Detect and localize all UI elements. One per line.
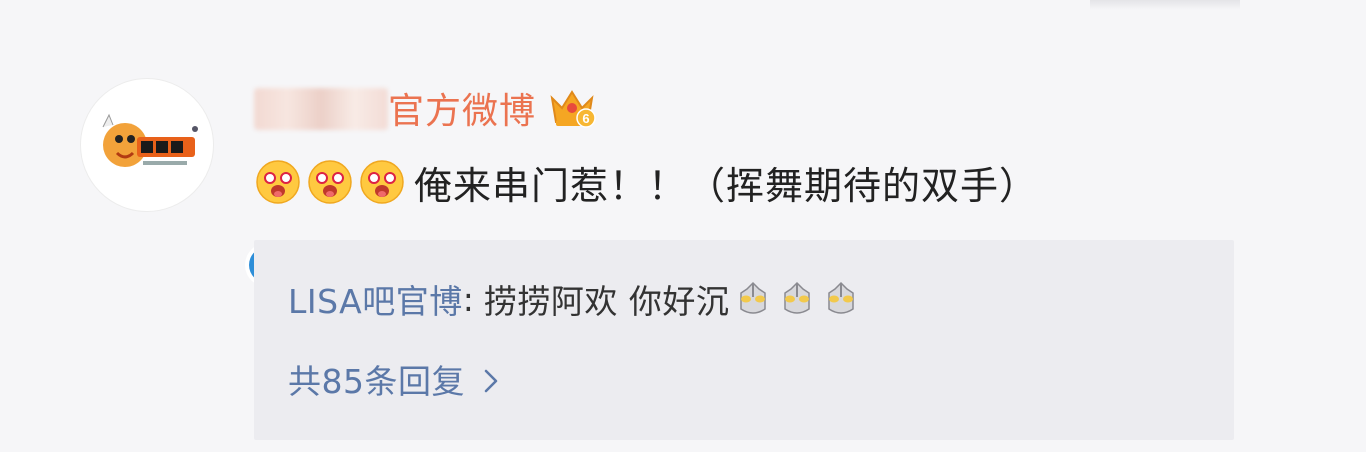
ultraman-icon [740, 281, 767, 314]
username-row: 官方微博 6 [254, 76, 596, 132]
drooling-face-icon [308, 160, 352, 204]
comment-screen: 官方微博 6 俺来串门惹！！（挥舞期待的双手） LISA吧官博: 捞捞阿欢 你… [0, 0, 1366, 452]
reply-username[interactable]: LISA吧官博 [288, 275, 463, 323]
crown-level-icon: 6 [550, 90, 596, 128]
blurred-username [254, 88, 388, 130]
avatar[interactable] [80, 78, 289, 287]
brand-logo-icon [102, 113, 198, 167]
chevron-right-icon [484, 369, 498, 393]
comment-row: 俺来串门惹！！（挥舞期待的双手） [254, 152, 1038, 212]
reply-colon: : [462, 279, 474, 319]
level-number: 6 [582, 111, 589, 126]
top-fade [1090, 0, 1240, 10]
comment-text: 俺来串门惹！！（挥舞期待的双手） [414, 163, 1039, 208]
reply-preview-box[interactable]: LISA吧官博 : 捞捞阿欢 你好沉 共85条回复 [254, 240, 1234, 440]
drooling-face-icon [360, 160, 404, 204]
view-all-replies-link[interactable]: 共85条回复 [288, 354, 499, 404]
reply-text: 捞捞阿欢 你好沉 [483, 282, 730, 321]
reply-count-label[interactable]: 共85条回复 [288, 355, 465, 403]
drooling-face-icon [256, 160, 300, 204]
reply-item: LISA吧官博 : 捞捞阿欢 你好沉 [288, 274, 861, 324]
ultraman-icon [828, 281, 855, 314]
username[interactable]: 官方微博 [388, 82, 536, 134]
ultraman-icon [784, 281, 811, 314]
